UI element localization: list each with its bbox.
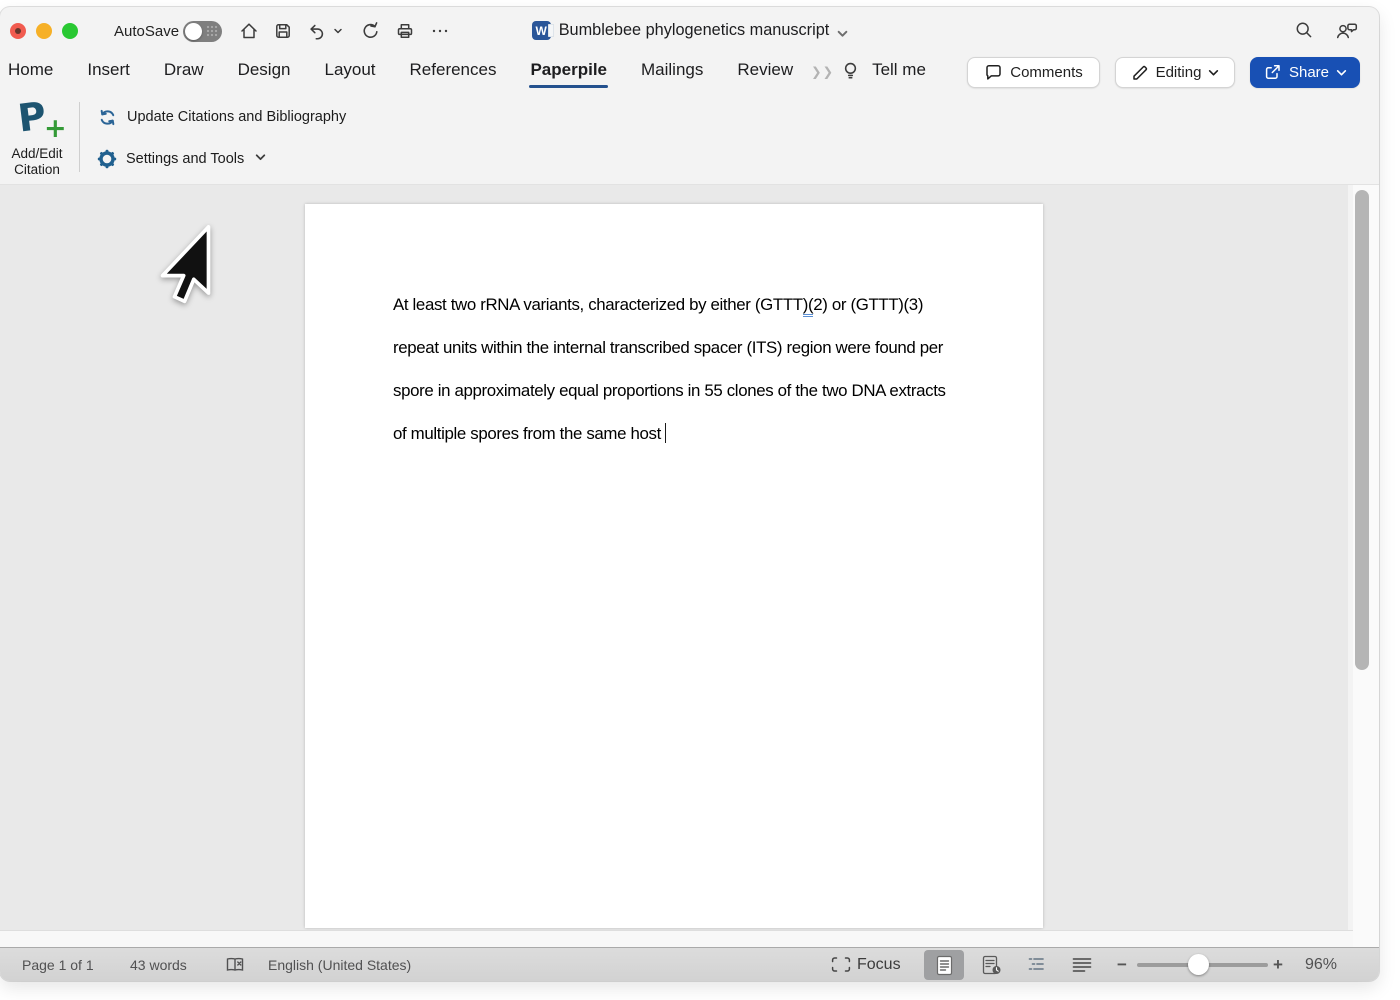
share-dropdown-icon [1336, 67, 1347, 78]
tab-tellme[interactable]: Tell me [872, 55, 926, 88]
outline-view-button[interactable] [1018, 950, 1058, 980]
web-layout-icon [982, 955, 1002, 976]
draft-view-button[interactable] [1062, 950, 1102, 980]
doc-line2: repeat units within the internal transcr… [393, 326, 946, 369]
vertical-scrollbar[interactable] [1353, 185, 1379, 947]
word-app-icon: W [532, 21, 551, 40]
word-count[interactable]: 43 words [130, 948, 187, 981]
ribbon-tabs: Home Insert Draw Design Layout Reference… [8, 55, 926, 88]
share-button[interactable]: Share [1250, 57, 1360, 88]
document-page[interactable]: At least two rRNA variants, characterize… [305, 204, 1043, 928]
word-window: AutoSave W Bumblebee phylogenetics manus… [0, 7, 1379, 981]
tab-layout[interactable]: Layout [324, 55, 375, 88]
focus-button[interactable]: Focus [857, 948, 901, 981]
paperpile-logo[interactable]: P + [14, 97, 64, 145]
update-citations-button[interactable]: Update Citations and Bibliography [97, 107, 346, 127]
editing-pencil-icon [1131, 64, 1149, 82]
text-caret [665, 423, 667, 443]
grammar-underline: )( [803, 295, 814, 317]
tab-references[interactable]: References [410, 55, 497, 88]
editing-dropdown-icon [1208, 67, 1219, 78]
share-icon [1263, 63, 1282, 82]
zoom-slider-knob[interactable] [1188, 954, 1209, 975]
outline-view-icon [1028, 957, 1048, 973]
tab-insert[interactable]: Insert [87, 55, 130, 88]
language-status[interactable]: English (United States) [268, 948, 411, 981]
page-count[interactable]: Page 1 of 1 [22, 948, 94, 981]
more-tabs-icon[interactable]: ❯❯ [811, 64, 834, 79]
tab-review[interactable]: Review [737, 55, 793, 88]
comments-button[interactable]: Comments [967, 57, 1100, 88]
tab-home[interactable]: Home [8, 55, 53, 88]
tab-mailings[interactable]: Mailings [641, 55, 703, 88]
tellme-bulb-icon [842, 61, 859, 86]
print-layout-icon [936, 955, 953, 976]
mouse-cursor [157, 223, 214, 308]
horizontal-scrollbar[interactable] [0, 930, 1353, 947]
draft-view-icon [1072, 957, 1092, 973]
search-icon[interactable] [1293, 19, 1315, 41]
settings-tools-button[interactable]: Settings and Tools [97, 149, 266, 169]
proofing-icon[interactable] [225, 948, 245, 981]
comments-icon [984, 63, 1003, 82]
doc-line3: spore in approximately equal proportions… [393, 369, 946, 412]
add-edit-citation-button[interactable]: Add/Edit Citation [4, 146, 70, 177]
editing-button[interactable]: Editing [1115, 57, 1235, 88]
tab-design[interactable]: Design [238, 55, 291, 88]
tab-draw[interactable]: Draw [164, 55, 204, 88]
tab-paperpile[interactable]: Paperpile [530, 55, 607, 88]
share-presence-icon[interactable] [1334, 19, 1360, 41]
ribbon-divider [79, 102, 80, 172]
doc-line4: of multiple spores from the same host [393, 412, 946, 455]
zoom-out-button[interactable]: − [1117, 948, 1127, 981]
zoom-level[interactable]: 96% [1305, 948, 1337, 981]
settings-dropdown-icon [255, 151, 266, 167]
zoom-in-button[interactable]: + [1273, 948, 1283, 981]
gear-icon [97, 149, 117, 169]
focus-icon [831, 948, 851, 981]
print-layout-view-button[interactable] [924, 950, 964, 980]
status-bar: Page 1 of 1 43 words English (United Sta… [0, 947, 1379, 981]
web-layout-view-button[interactable] [972, 950, 1012, 980]
doc-line1: At least two rRNA variants, characterize… [393, 283, 946, 326]
scrollbar-thumb[interactable] [1355, 190, 1369, 670]
refresh-icon [97, 107, 118, 128]
document-title[interactable]: Bumblebee phylogenetics manuscript [559, 21, 830, 40]
document-text[interactable]: At least two rRNA variants, characterize… [393, 283, 946, 455]
title-dropdown-icon[interactable] [837, 26, 847, 36]
